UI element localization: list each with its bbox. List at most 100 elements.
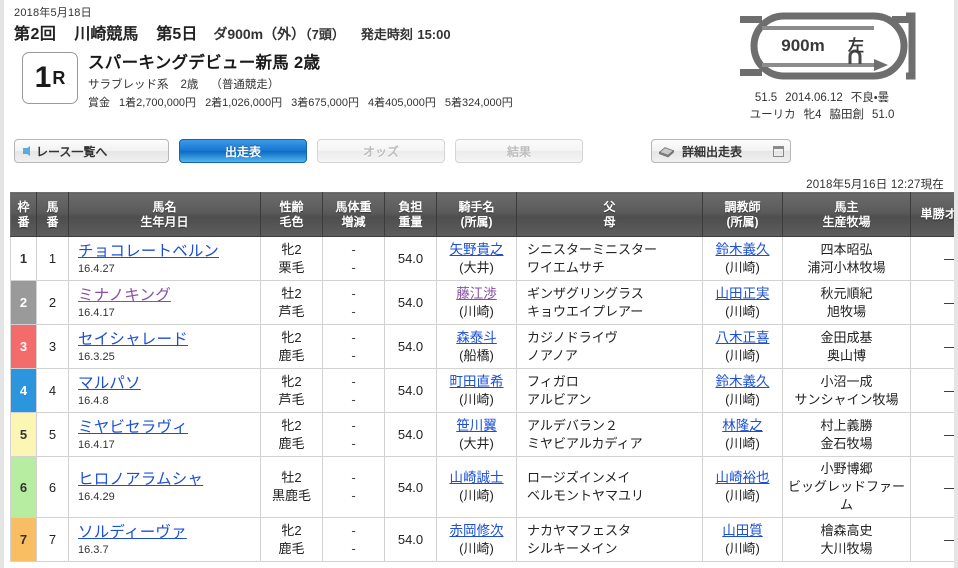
trainer-link[interactable]: 八木正喜: [707, 329, 778, 347]
frame-number: 3: [19, 339, 28, 354]
jockey-cell: 森泰斗 (船橋): [436, 324, 517, 369]
entry-table-body: 1 1 チョコレートベルン 16.4.27 牝2 栗毛 - -54.0 矢野貴之 (大井) シニスタ…: [10, 236, 954, 562]
col-header-trainer: 調教師 (所属): [702, 192, 783, 237]
col-header-horse-number: 馬 番: [36, 192, 69, 237]
horse-name-cell: ヒロノアラムシャ 16.4.29: [68, 456, 261, 518]
trainer-link[interactable]: 山田質: [707, 522, 778, 540]
jockey-link[interactable]: 町田直希: [441, 373, 512, 391]
arrow-left-icon: [23, 146, 30, 156]
post-time: 15:00: [417, 27, 451, 42]
trainer-affiliation: (川崎): [725, 488, 760, 503]
col-header-frame-number: 枠 番: [10, 192, 37, 237]
col-header-handicap-weight: 負担 重量: [384, 192, 437, 237]
horse-name-link[interactable]: ヒロノアラムシャ: [78, 470, 203, 489]
tab-results-label: 結果: [506, 144, 531, 159]
owner-farm-cell: 小野博郷 ビッグレッドファーム: [782, 456, 911, 518]
jockey-link[interactable]: 笹川翼: [441, 417, 512, 435]
tab-entry-list[interactable]: 出走表: [179, 139, 307, 163]
trainer-cell: 山田質 (川崎): [702, 517, 783, 562]
coat-color: 芦毛: [278, 391, 305, 407]
owner-farm-cell: 四本昭弘 浦河小林牧場: [782, 236, 911, 281]
sex-age-coat-cell: 牝2 鹿毛: [260, 324, 323, 369]
table-row: 2 2 ミナノキング 16.4.17 牡2 芦毛 - -54.0 藤江渉 (川崎) ギンザグリングラ…: [10, 280, 954, 325]
body-weight-diff: -: [351, 347, 356, 363]
trainer-link[interactable]: 鈴木義久: [707, 373, 778, 391]
horse-number-cell: 5: [36, 412, 69, 457]
tab-results[interactable]: 結果: [455, 139, 583, 163]
body-weight: -: [351, 470, 356, 485]
table-row: 4 4 マルパソ 16.4.8 牝2 芦毛 - -54.0 町田直希 (川崎) フィガロ アルビアン鈴…: [10, 368, 954, 413]
frame-number-cell: 3: [10, 324, 37, 369]
breed-label: サラブレッド系: [88, 79, 169, 91]
trainer-link[interactable]: 山田正実: [707, 285, 778, 303]
horse-name-cell: チョコレートベルン 16.4.27: [68, 236, 261, 281]
meeting-day: 第5日: [156, 26, 198, 43]
body-weight-diff: -: [351, 259, 356, 275]
dam-name: キョウエイプレアー: [527, 303, 644, 319]
dam-name: ベルモントヤマユリ: [527, 488, 645, 503]
handicap-weight: 54.0: [397, 383, 424, 398]
horse-name-link[interactable]: ソルディーヴァ: [78, 523, 187, 542]
breeding-farm: 奥山博: [826, 347, 866, 363]
detail-button-label: 詳細出走表: [682, 144, 743, 159]
horse-name-link[interactable]: ミナノキング: [78, 286, 171, 305]
trainer-link[interactable]: 林隆之: [707, 417, 778, 435]
horse-name-cell: マルパソ 16.4.8: [68, 368, 261, 413]
win-odds-cell: ―: [910, 517, 954, 562]
win-odds-cell: ―: [910, 412, 954, 457]
trainer-affiliation: (川崎): [725, 259, 760, 275]
frame-number: 1: [19, 251, 28, 266]
jockey-link[interactable]: 赤岡修次: [441, 522, 512, 540]
breeding-farm: 浦河小林牧場: [807, 259, 886, 275]
trainer-affiliation: (川崎): [725, 435, 760, 451]
tab-entry-list-label: 出走表: [224, 144, 261, 159]
race-title: スパーキングデビュー新馬 2歳: [88, 54, 321, 72]
horse-number: 1: [48, 251, 57, 266]
back-button-label: レース一覧へ: [36, 144, 108, 159]
back-to-race-list-button[interactable]: レース一覧へ: [14, 139, 169, 163]
coat-color: 栗毛: [278, 259, 305, 275]
handicap-weight: 54.0: [397, 427, 424, 442]
horse-number: 6: [48, 479, 57, 495]
frame-number: 5: [19, 427, 28, 442]
horse-name-link[interactable]: マルパソ: [78, 374, 141, 393]
trainer-cell: 八木正喜 (川崎): [702, 324, 783, 369]
handicap-weight-cell: 54.0: [384, 517, 437, 562]
owner-name: 秋元順紀: [820, 285, 873, 301]
tab-odds[interactable]: オッズ: [317, 139, 445, 163]
dam-name: アルビアン: [527, 391, 592, 407]
sex-age-coat-cell: 牝2 鹿毛: [260, 517, 323, 562]
sire-name: ギンザグリングラス: [527, 285, 644, 301]
body-weight-cell: --: [322, 456, 385, 518]
pedigree-cell: ギンザグリングラス キョウエイプレアー: [516, 280, 703, 325]
horse-birthdate: 16.4.8: [78, 394, 109, 407]
horse-name-link[interactable]: ミヤビセラヴィ: [78, 418, 188, 437]
body-weight-diff: -: [351, 435, 356, 451]
sex-age: 牝2: [281, 417, 302, 433]
horse-birthdate: 16.4.17: [78, 438, 115, 451]
horse-birthdate: 16.4.17: [78, 306, 115, 319]
body-weight-cell: --: [322, 324, 385, 369]
jockey-affiliation: (大井): [459, 259, 494, 275]
jockey-link[interactable]: 森泰斗: [441, 329, 512, 347]
jockey-link[interactable]: 山崎誠士: [441, 469, 512, 487]
detailed-entry-list-button[interactable]: 詳細出走表: [651, 139, 791, 163]
owner-name: 檜森高史: [820, 522, 873, 538]
trainer-link[interactable]: 鈴木義久: [707, 241, 778, 259]
horse-name-link[interactable]: チョコレートベルン: [78, 242, 219, 261]
jockey-link[interactable]: 矢野貴之: [441, 241, 512, 259]
jockey-link[interactable]: 藤江渉: [441, 285, 512, 303]
col-header-win-odds: 単勝オッズ: [910, 192, 954, 237]
jockey-cell: 藤江渉 (川崎): [436, 280, 517, 325]
owner-farm-cell: 檜森高史 大川牧場: [782, 517, 911, 562]
horse-number-cell: 6: [36, 456, 69, 518]
horse-name-link[interactable]: セイシャレード: [78, 330, 188, 349]
dam-name: ミヤビアルカディア: [527, 435, 643, 451]
course-record-line-1: 51.5 2014.06.12 不良・曇: [696, 90, 948, 107]
jockey-affiliation: (川崎): [459, 540, 494, 556]
body-weight: -: [351, 417, 356, 433]
trainer-link[interactable]: 山崎裕也: [707, 469, 778, 487]
handicap-weight: 54.0: [397, 532, 424, 547]
course-record-line-2: ユーリカ 牝4 脇田創 51.0: [696, 107, 948, 124]
win-odds-cell: ―: [910, 368, 954, 413]
